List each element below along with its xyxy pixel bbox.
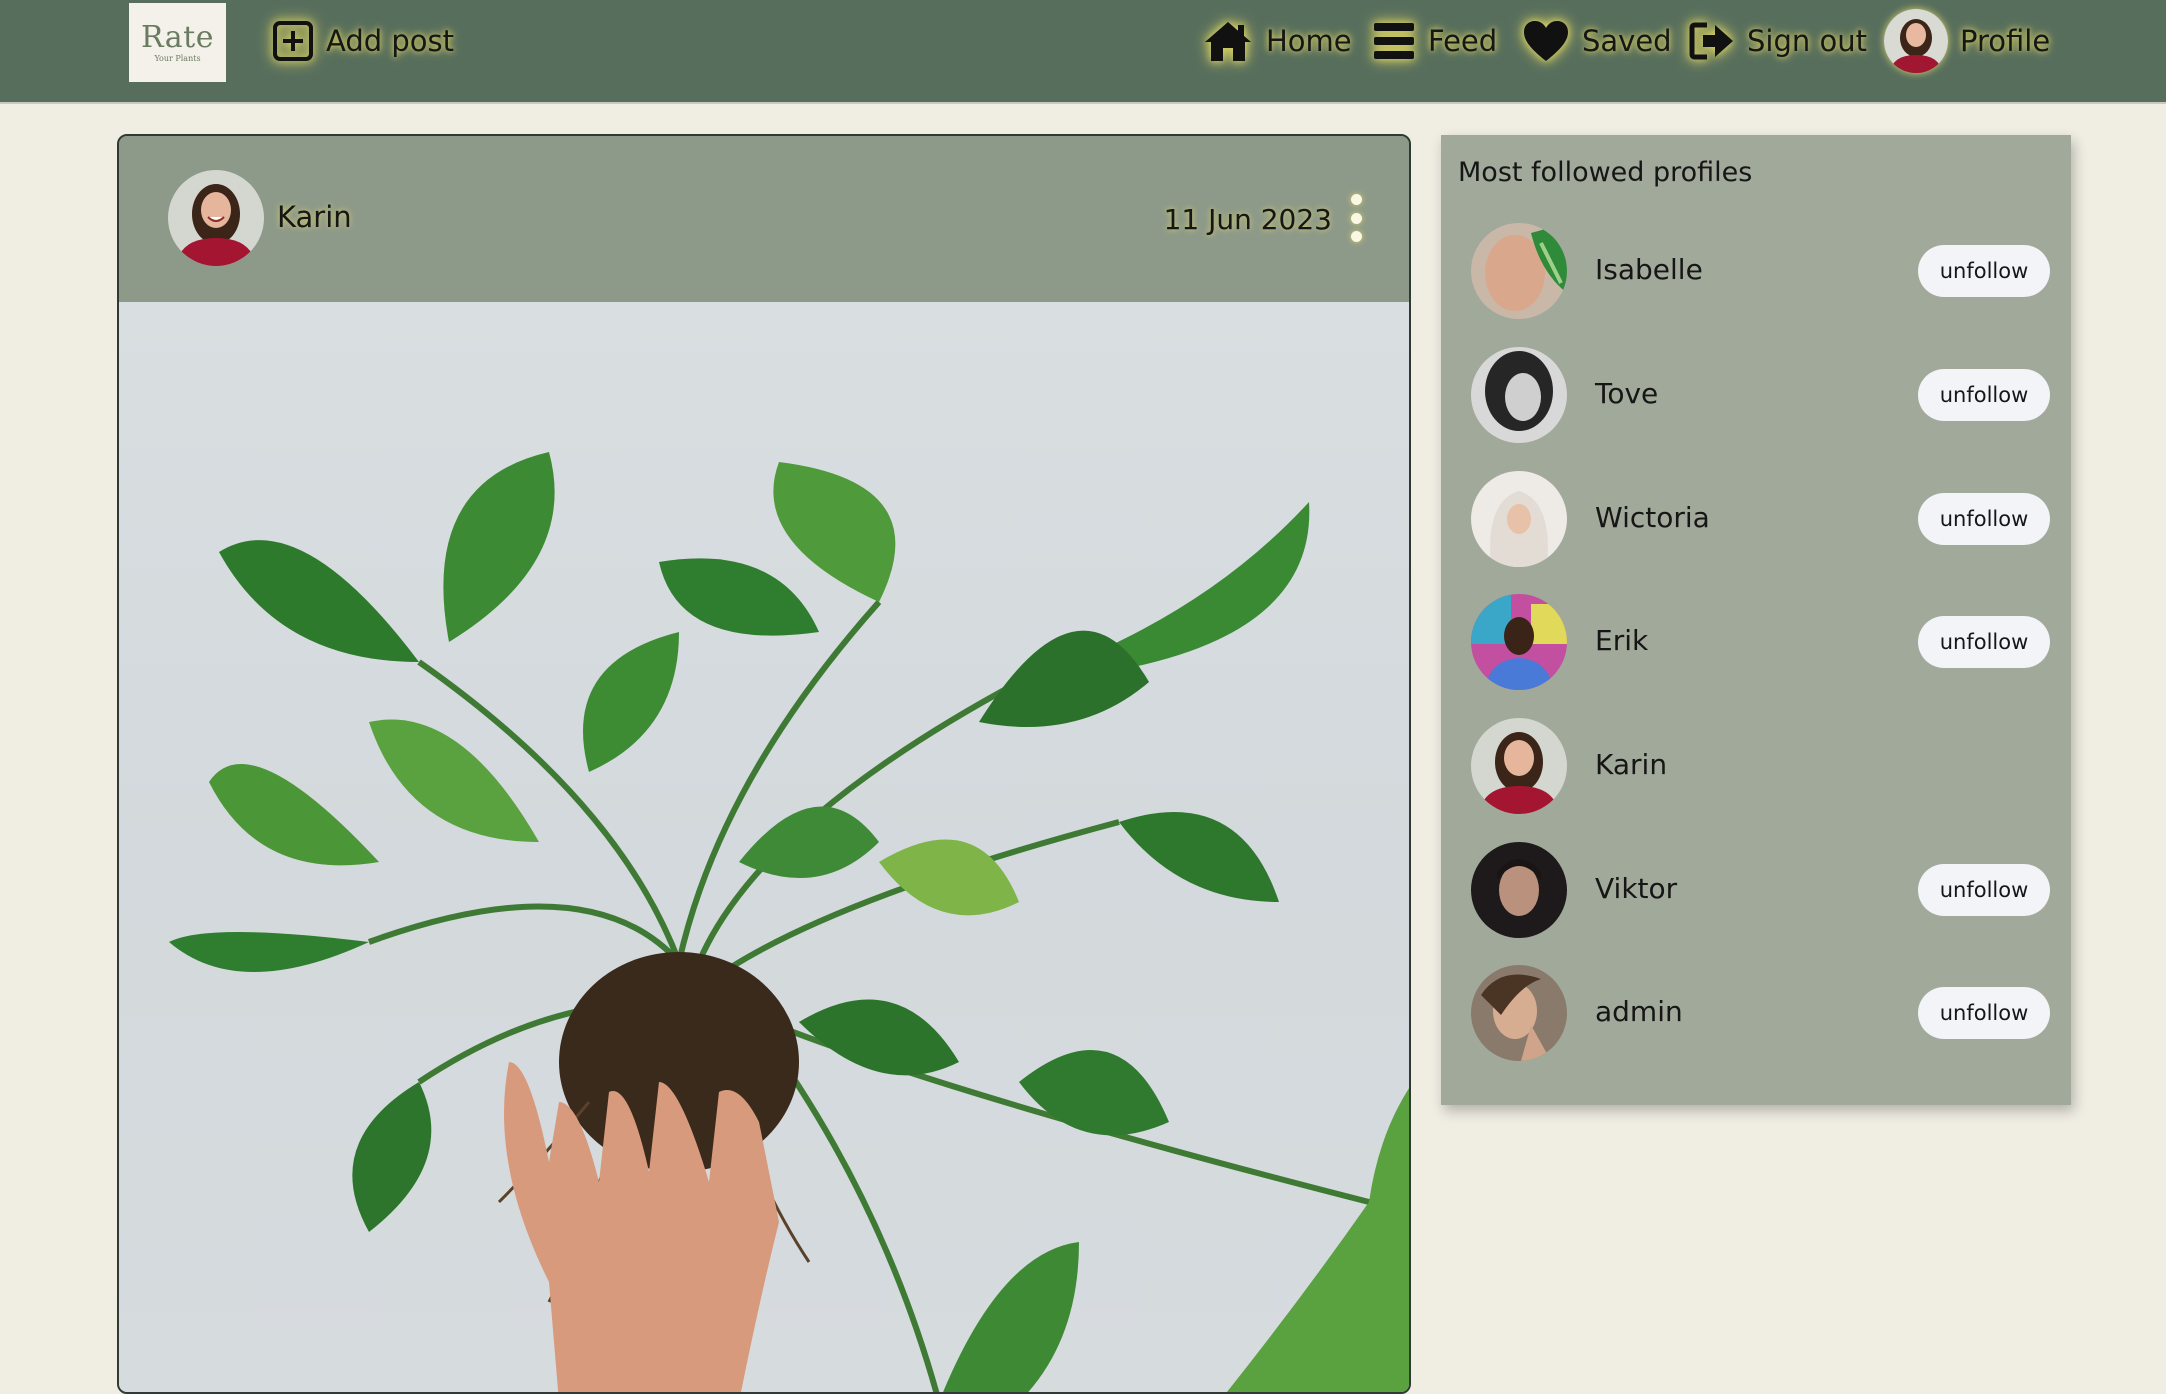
- profile-avatar-wictoria[interactable]: [1471, 471, 1567, 567]
- site-logo[interactable]: Rate Your Plants: [129, 3, 226, 82]
- profile-avatar-admin[interactable]: [1471, 965, 1567, 1061]
- unfollow-button[interactable]: unfollow: [1918, 493, 2050, 545]
- feed-label: Feed: [1428, 24, 1498, 58]
- profile-avatar-isabelle[interactable]: [1471, 223, 1567, 319]
- add-post-label: Add post: [326, 24, 454, 58]
- logo-title: Rate: [141, 19, 214, 55]
- unfollow-button[interactable]: unfollow: [1918, 369, 2050, 421]
- sign-out-label: Sign out: [1747, 24, 1867, 58]
- post-author-name[interactable]: Karin: [277, 200, 352, 234]
- sidebar-title: Most followed profiles: [1458, 157, 1753, 188]
- plant-photo: [169, 452, 1409, 1392]
- heart-icon: [1524, 21, 1568, 61]
- profile-avatar-tove[interactable]: [1471, 347, 1567, 443]
- post-card: Karin 11 Jun 2023: [117, 134, 1411, 1394]
- author-avatar[interactable]: [168, 170, 264, 266]
- profile-avatar-erik[interactable]: [1471, 594, 1567, 690]
- menu-lines-icon: [1374, 23, 1414, 59]
- profile-row: Karin: [1441, 718, 2071, 828]
- profile-row: Isabelle unfollow: [1441, 223, 2071, 333]
- post-header: Karin 11 Jun 2023: [119, 136, 1409, 302]
- home-icon: [1205, 22, 1251, 61]
- profile-name[interactable]: Tove: [1595, 377, 1658, 410]
- add-post-link[interactable]: Add post: [272, 14, 454, 68]
- profile-name[interactable]: Erik: [1595, 624, 1648, 657]
- post-options-icon[interactable]: [1349, 194, 1363, 242]
- post-image: [119, 302, 1409, 1392]
- profile-avatar-karin[interactable]: [1471, 718, 1567, 814]
- unfollow-button[interactable]: unfollow: [1918, 864, 2050, 916]
- profile-name[interactable]: Isabelle: [1595, 253, 1703, 286]
- unfollow-button[interactable]: unfollow: [1918, 616, 2050, 668]
- nav-saved[interactable]: Saved: [1522, 14, 1672, 68]
- profile-row: Tove unfollow: [1441, 347, 2071, 457]
- profile-name[interactable]: Viktor: [1595, 872, 1677, 905]
- home-label: Home: [1266, 24, 1352, 58]
- profile-avatar: [1884, 9, 1948, 73]
- top-navbar: Rate Your Plants Add post Home Feed Save…: [0, 0, 2166, 104]
- logo-subtitle: Your Plants: [154, 53, 201, 63]
- profile-row: Erik unfollow: [1441, 594, 2071, 704]
- profile-row: Wictoria unfollow: [1441, 471, 2071, 581]
- plus-square-icon: [273, 21, 313, 61]
- nav-feed[interactable]: Feed: [1372, 14, 1497, 68]
- saved-label: Saved: [1582, 24, 1672, 58]
- profile-label: Profile: [1960, 24, 2051, 58]
- most-followed-sidebar: Most followed profiles Isabelle unfollow…: [1441, 135, 2071, 1105]
- unfollow-button[interactable]: unfollow: [1918, 987, 2050, 1039]
- nav-sign-out[interactable]: Sign out: [1689, 14, 1867, 68]
- nav-home[interactable]: Home: [1202, 14, 1352, 68]
- unfollow-button[interactable]: unfollow: [1918, 245, 2050, 297]
- nav-profile[interactable]: Profile: [1884, 8, 2050, 74]
- sign-out-icon: [1689, 22, 1733, 60]
- profile-name[interactable]: admin: [1595, 995, 1683, 1028]
- profile-name[interactable]: Wictoria: [1595, 501, 1710, 534]
- profile-avatar-viktor[interactable]: [1471, 842, 1567, 938]
- profile-row: Viktor unfollow: [1441, 842, 2071, 952]
- post-date: 11 Jun 2023: [1163, 203, 1332, 236]
- profile-row: admin unfollow: [1441, 965, 2071, 1075]
- profile-name[interactable]: Karin: [1595, 748, 1667, 781]
